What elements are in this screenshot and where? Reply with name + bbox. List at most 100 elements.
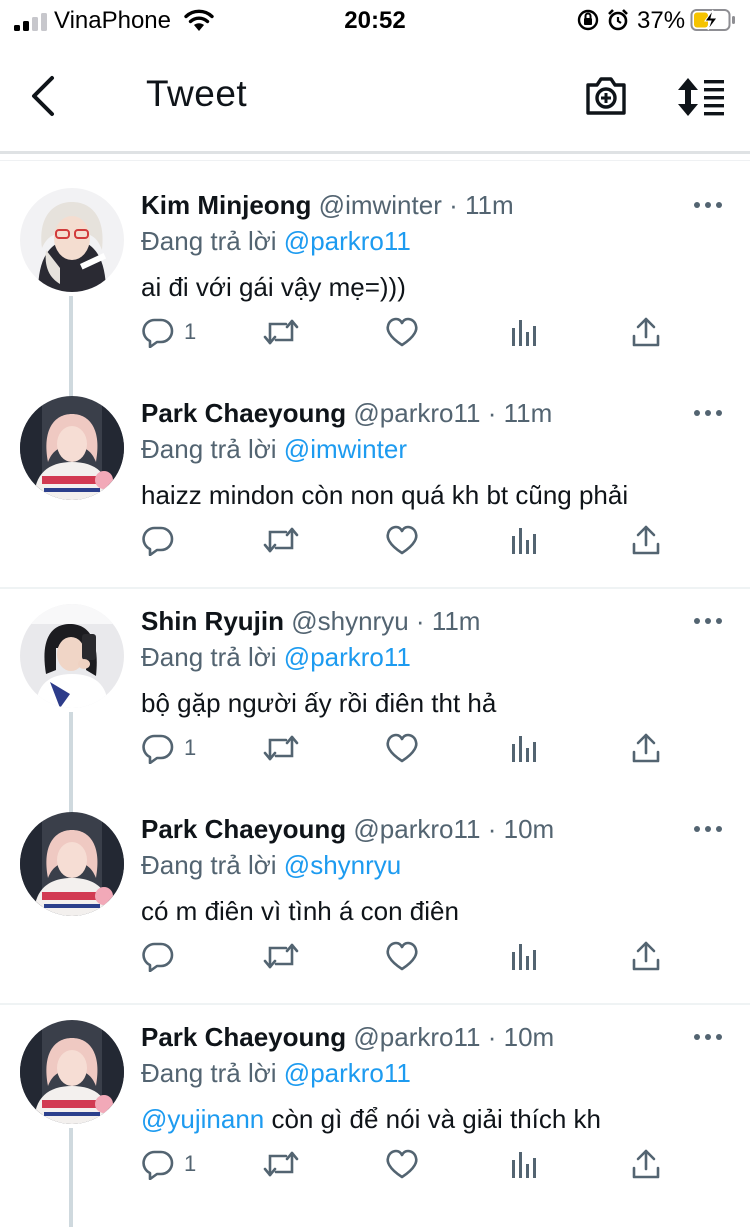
tweet-header: Park Chaeyoung @parkro11 · 11m (141, 398, 552, 429)
replying-to-mention[interactable]: @shynryu (284, 850, 401, 880)
status-bar: VinaPhone 20:52 37% (0, 0, 750, 42)
avatar[interactable] (20, 188, 124, 292)
share-button[interactable] (631, 1144, 661, 1184)
reply-button[interactable]: 1 (142, 728, 196, 768)
author-handle[interactable]: @parkro11 (353, 1022, 480, 1052)
tweet-time: 11m (465, 190, 514, 220)
tweet-time: 10m (503, 814, 555, 844)
tweet[interactable]: Shin Ryujin @shynryu · 11m Đang trả lời … (0, 576, 750, 784)
avatar[interactable] (20, 396, 124, 500)
page-title: Tweet (146, 73, 248, 114)
separator-dot: · (487, 1022, 497, 1052)
replying-to-label: Đang trả lời (141, 850, 277, 880)
reply-icon (142, 942, 174, 972)
author-name[interactable]: Park Chaeyoung (141, 1022, 346, 1052)
tweet-actions (0, 520, 750, 560)
analytics-icon (512, 1152, 536, 1178)
replying-to: Đang trả lời @parkro11 (141, 642, 411, 673)
more-options-button[interactable] (694, 408, 722, 418)
tweet[interactable]: Park Chaeyoung @parkro11 · 11m Đang trả … (0, 368, 750, 576)
tweet-mention[interactable]: @yujinann (141, 1104, 264, 1134)
tweet-text: haizz mindon còn non quá kh bt cũng phải (141, 480, 628, 511)
author-name[interactable]: Park Chaeyoung (141, 814, 346, 844)
analytics-button[interactable] (510, 728, 538, 768)
more-dots-icon (705, 410, 711, 416)
retweet-button[interactable] (262, 520, 310, 560)
reply-button[interactable] (142, 520, 184, 560)
heart-icon (386, 733, 418, 763)
more-options-button[interactable] (694, 824, 722, 834)
like-button[interactable] (385, 312, 429, 352)
heart-icon (386, 941, 418, 971)
replying-to: Đang trả lời @imwinter (141, 434, 407, 465)
like-button[interactable] (385, 1144, 429, 1184)
camera-button[interactable] (584, 75, 628, 117)
retweet-button[interactable] (262, 312, 310, 352)
share-button[interactable] (631, 936, 661, 976)
heart-icon (386, 525, 418, 555)
share-button[interactable] (631, 520, 661, 560)
replying-to-label: Đang trả lời (141, 1058, 277, 1088)
tweet-actions: 1 (0, 312, 750, 352)
retweet-button[interactable] (262, 728, 310, 768)
author-handle[interactable]: @shynryu (291, 606, 408, 636)
tweet[interactable]: Park Chaeyoung @parkro11 · 10m Đang trả … (0, 784, 750, 992)
avatar[interactable] (20, 1020, 124, 1124)
tweet-body: bộ gặp người ấy rồi điên tht hả (141, 688, 497, 718)
reply-button[interactable] (142, 936, 184, 976)
like-button[interactable] (385, 520, 429, 560)
replying-to-label: Đang trả lời (141, 434, 277, 464)
replying-to-mention[interactable]: @parkro11 (284, 226, 411, 256)
retweet-button[interactable] (262, 936, 310, 976)
author-name[interactable]: Kim Minjeong (141, 190, 311, 220)
author-handle[interactable]: @parkro11 (353, 814, 480, 844)
replying-to-label: Đang trả lời (141, 226, 277, 256)
analytics-button[interactable] (510, 520, 538, 560)
more-dots-icon (716, 202, 722, 208)
back-button[interactable] (26, 74, 62, 118)
share-icon (632, 941, 660, 971)
heart-icon (386, 317, 418, 347)
author-name[interactable]: Shin Ryujin (141, 606, 284, 636)
avatar[interactable] (20, 604, 124, 708)
more-dots-icon (705, 1034, 711, 1040)
share-icon (632, 317, 660, 347)
share-button[interactable] (631, 312, 661, 352)
author-name[interactable]: Park Chaeyoung (141, 398, 346, 428)
tweet[interactable]: Kim Minjeong @imwinter · 11m Đang trả lờ… (0, 160, 750, 368)
retweet-icon (263, 319, 299, 345)
share-icon (632, 733, 660, 763)
retweet-icon (263, 1151, 299, 1177)
more-dots-icon (716, 1034, 722, 1040)
replying-to-mention[interactable]: @parkro11 (284, 1058, 411, 1088)
share-button[interactable] (631, 728, 661, 768)
author-handle[interactable]: @imwinter (319, 190, 442, 220)
replying-to-mention[interactable]: @imwinter (284, 434, 407, 464)
analytics-button[interactable] (510, 1144, 538, 1184)
tweet-text: ai đi với gái vậy mẹ=))) (141, 272, 406, 303)
more-options-button[interactable] (694, 616, 722, 626)
replying-to-mention[interactable]: @parkro11 (284, 642, 411, 672)
retweet-icon (263, 735, 299, 761)
analytics-button[interactable] (510, 936, 538, 976)
analytics-button[interactable] (510, 312, 538, 352)
retweet-button[interactable] (262, 1144, 310, 1184)
author-handle[interactable]: @parkro11 (353, 398, 480, 428)
more-dots-icon (694, 1034, 700, 1040)
battery-charging-icon (690, 9, 735, 31)
avatar[interactable] (20, 812, 124, 916)
like-button[interactable] (385, 936, 429, 976)
tweet-time: 11m (431, 606, 481, 636)
like-button[interactable] (385, 728, 429, 768)
tweet-actions (0, 936, 750, 976)
tweet-text: @yujinann còn gì để nói và giải thích kh (141, 1104, 601, 1135)
more-options-button[interactable] (694, 200, 722, 210)
reply-button[interactable]: 1 (142, 312, 196, 352)
more-options-button[interactable] (694, 1032, 722, 1042)
sort-button[interactable] (676, 76, 726, 118)
reply-button[interactable]: 1 (142, 1144, 196, 1184)
reply-count: 1 (184, 319, 197, 344)
more-dots-icon (694, 826, 700, 832)
replying-to: Đang trả lời @parkro11 (141, 226, 411, 257)
tweet[interactable]: Park Chaeyoung @parkro11 · 10m Đang trả … (0, 992, 750, 1200)
